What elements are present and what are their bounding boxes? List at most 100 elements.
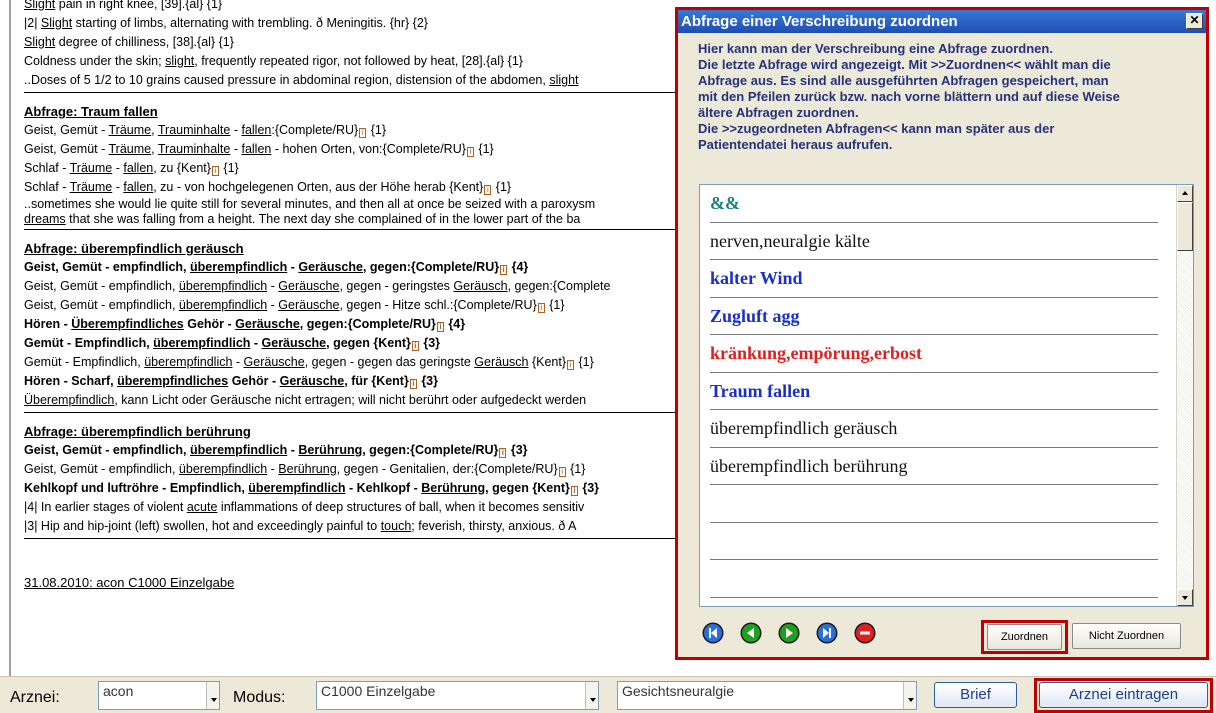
dialog-title: Abfrage einer Verschreibung zuordnen <box>678 10 1206 33</box>
modus-select[interactable]: C1000 Einzelgabe <box>316 681 599 710</box>
query-list-item[interactable]: kränkung,empörung,erbost <box>710 335 1158 373</box>
text-fragment: degree of chilliness, [38].{al} {1} <box>55 35 234 49</box>
query-list-item[interactable] <box>710 523 1158 560</box>
highlighted-term[interactable]: slight <box>549 73 578 87</box>
first-record-icon[interactable] <box>702 622 724 644</box>
text-fragment: Geist, Gemüt - empfindlich, <box>24 298 179 312</box>
chevron-down-icon[interactable] <box>206 682 219 709</box>
complaint-select[interactable]: Gesichtsneuralgie <box>617 681 917 710</box>
highlighted-term[interactable]: überempfindlich <box>179 279 267 293</box>
highlighted-term[interactable]: Überempfindlich <box>24 393 114 407</box>
highlighted-term[interactable]: Geräusche <box>244 355 305 369</box>
highlighted-term[interactable]: Trauminhalte <box>158 123 231 137</box>
highlighted-term[interactable]: dreams <box>24 212 66 226</box>
info-icon[interactable] <box>567 360 575 370</box>
highlighted-term[interactable]: Geräusche <box>235 317 300 331</box>
highlighted-term[interactable]: Geräusche <box>278 298 339 312</box>
scroll-up-icon[interactable] <box>1177 185 1193 202</box>
highlighted-term[interactable]: Slight <box>41 16 72 30</box>
highlighted-term[interactable]: Träume <box>109 123 152 137</box>
info-icon[interactable] <box>558 467 566 477</box>
highlighted-term[interactable]: Berührung <box>278 462 336 476</box>
info-icon[interactable] <box>211 166 219 176</box>
assign-button-highlight: Zuordnen <box>981 620 1068 654</box>
arznei-value: acon <box>103 683 134 699</box>
highlighted-term[interactable]: Berührung <box>298 443 362 457</box>
scroll-thumb[interactable] <box>1177 202 1193 251</box>
highlighted-term[interactable]: Berührung <box>421 481 485 495</box>
highlighted-term[interactable]: Träume <box>109 142 152 156</box>
highlighted-term[interactable]: touch <box>381 519 412 533</box>
arznei-select[interactable]: acon <box>98 681 220 710</box>
text-fragment: , gegen {Kent} <box>485 481 570 495</box>
highlighted-term[interactable]: Geräusche <box>298 260 363 274</box>
chevron-down-icon[interactable] <box>903 682 916 709</box>
highlighted-term[interactable]: fallen <box>241 142 271 156</box>
highlighted-term[interactable]: Slight <box>24 35 55 49</box>
highlighted-term[interactable]: überempfindlich <box>179 298 267 312</box>
highlighted-term[interactable]: Geräusche <box>280 374 345 388</box>
query-list-item[interactable]: && <box>710 185 1158 223</box>
query-list-item[interactable]: nerven,neuralgie kälte <box>710 223 1158 260</box>
highlighted-term[interactable]: Trauminhalte <box>158 142 231 156</box>
text-fragment: {1} <box>474 142 494 156</box>
text-fragment: Gemüt - Empfindlich, <box>24 336 154 350</box>
highlighted-term[interactable]: Geräusch <box>453 279 507 293</box>
query-list-item[interactable]: überempfindlich geräusch <box>710 410 1158 448</box>
query-list-scrollbar[interactable] <box>1176 185 1193 606</box>
query-list-item[interactable] <box>710 485 1158 523</box>
highlighted-term[interactable]: überempfindlich <box>190 260 287 274</box>
not-assign-button[interactable]: Nicht Zuordnen <box>1072 623 1181 649</box>
chevron-down-icon[interactable] <box>585 682 598 709</box>
info-icon[interactable] <box>537 303 545 313</box>
arznei-eintragen-button[interactable]: Arznei eintragen <box>1039 682 1208 708</box>
highlighted-term[interactable]: fallen <box>123 180 153 194</box>
info-icon[interactable] <box>484 185 492 195</box>
last-record-icon[interactable] <box>816 622 838 644</box>
text-fragment: Geist, Gemüt - <box>24 142 109 156</box>
query-list-item[interactable] <box>710 560 1158 598</box>
info-icon[interactable] <box>359 128 367 138</box>
highlighted-term[interactable]: Slight <box>24 0 55 11</box>
query-list-item[interactable]: Zugluft agg <box>710 298 1158 335</box>
highlighted-term[interactable]: Träume <box>70 161 113 175</box>
query-list-item[interactable]: Traum fallen <box>710 373 1158 410</box>
query-list-item[interactable]: kalter Wind <box>710 260 1158 298</box>
info-icon[interactable] <box>466 147 474 157</box>
highlighted-term[interactable]: überempfindlich <box>190 443 287 457</box>
previous-record-icon[interactable] <box>740 622 762 644</box>
highlighted-term[interactable]: fallen <box>241 123 271 137</box>
brief-button[interactable]: Brief <box>934 682 1017 708</box>
text-fragment: , gegen:{Complete <box>507 279 611 293</box>
info-icon[interactable] <box>500 265 508 275</box>
info-icon[interactable] <box>499 448 507 458</box>
highlighted-term[interactable]: überempfindlich <box>144 355 232 369</box>
arznei-eintragen-highlight: Arznei eintragen <box>1034 678 1213 713</box>
highlighted-term[interactable]: slight <box>165 54 194 68</box>
info-icon[interactable] <box>436 322 444 332</box>
text-fragment: Geist, Gemüt - empfindlich, <box>24 279 179 293</box>
highlighted-term[interactable]: Geräusch <box>474 355 528 369</box>
query-list[interactable]: && nerven,neuralgie kälte kalter Wind Zuglu… <box>699 184 1194 607</box>
assign-button[interactable]: Zuordnen <box>987 624 1062 650</box>
highlighted-term[interactable]: Geräusche <box>278 279 339 293</box>
close-icon[interactable]: ✕ <box>1186 13 1203 29</box>
scroll-down-icon[interactable] <box>1177 589 1193 606</box>
delete-record-icon[interactable] <box>854 622 876 644</box>
highlighted-term[interactable]: überempfindlich <box>248 481 345 495</box>
query-list-item[interactable]: überempfindlich berührung <box>710 448 1158 485</box>
highlighted-term[interactable]: überempfindlich <box>179 462 267 476</box>
highlighted-term[interactable]: überempfindliches <box>117 374 228 388</box>
text-fragment: - hohen Orten, von:{Complete/RU} <box>271 142 466 156</box>
highlighted-term[interactable]: Träume <box>70 180 113 194</box>
highlighted-term[interactable]: Geräusche <box>262 336 327 350</box>
next-record-icon[interactable] <box>778 622 800 644</box>
text-fragment: , gegen:{Complete/RU} <box>362 260 500 274</box>
info-icon[interactable] <box>411 341 419 351</box>
highlighted-term[interactable]: Überempfindliches <box>71 317 184 331</box>
highlighted-term[interactable]: überempfindlich <box>153 336 250 350</box>
highlighted-term[interactable]: fallen <box>123 161 153 175</box>
highlighted-term[interactable]: acute <box>187 500 218 514</box>
info-icon[interactable] <box>570 486 578 496</box>
info-icon[interactable] <box>409 379 417 389</box>
